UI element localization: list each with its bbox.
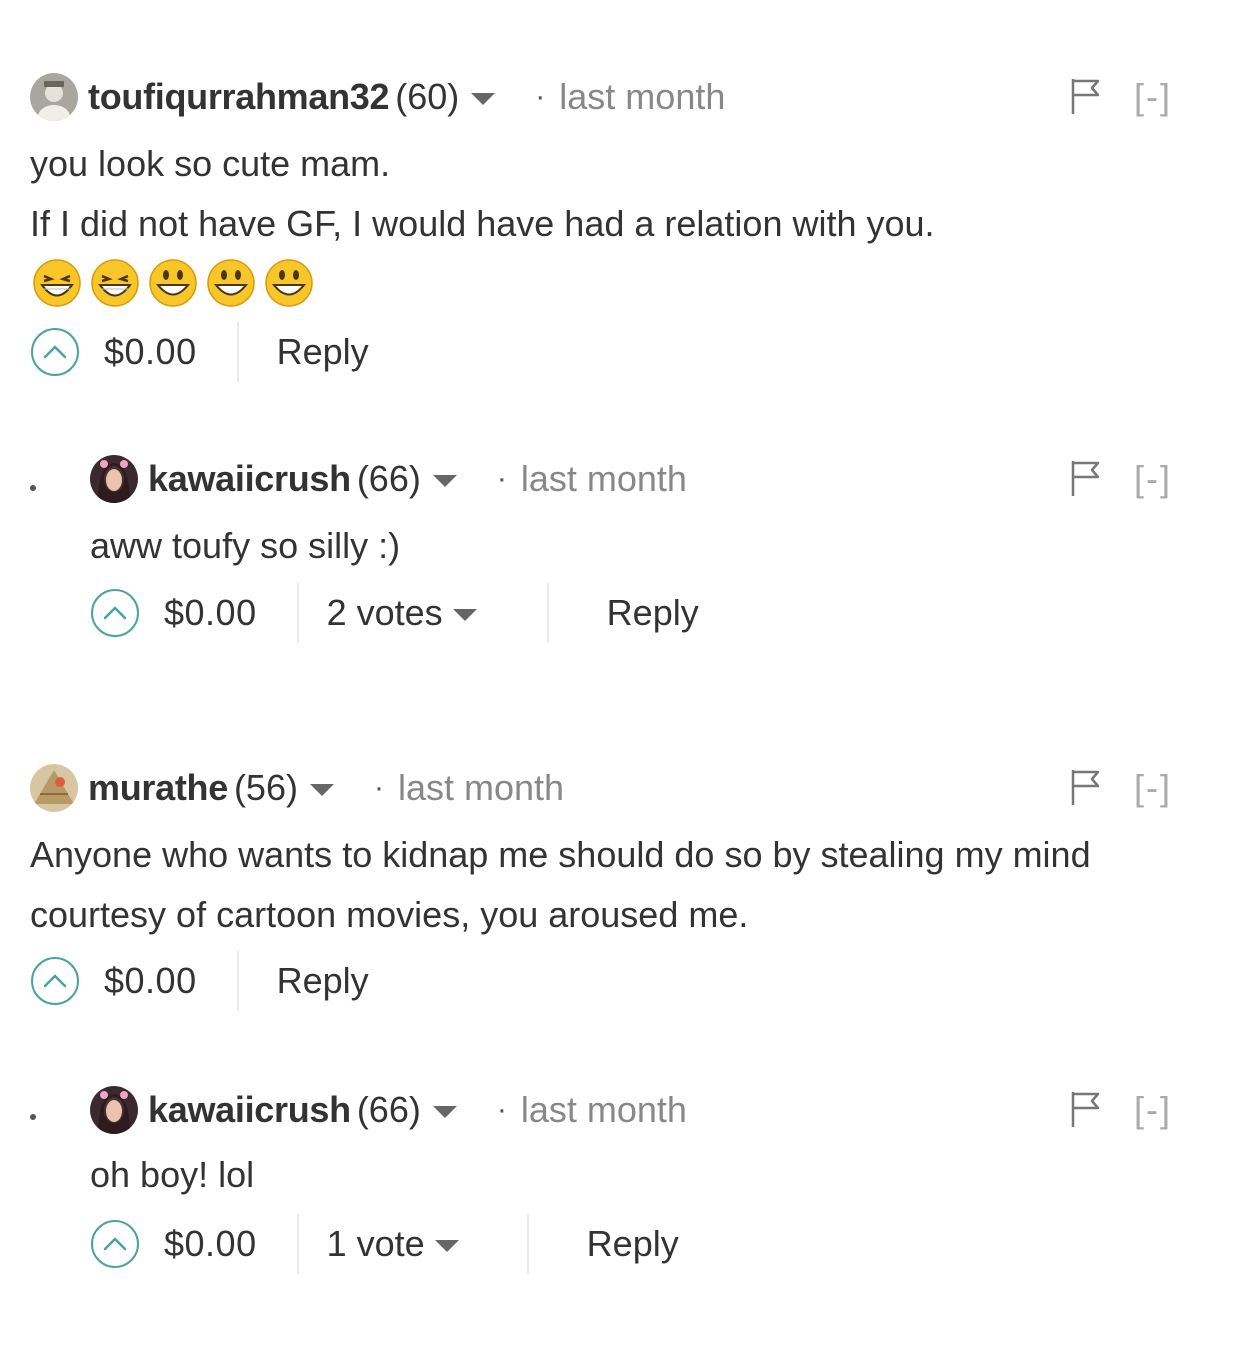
caret-down-icon[interactable] xyxy=(309,784,334,796)
divider xyxy=(526,1214,529,1274)
username[interactable]: murathe xyxy=(88,767,228,809)
grinning-face-icon xyxy=(265,259,313,307)
grinning-squinting-face-icon xyxy=(33,259,81,307)
upvote-chevron-icon[interactable] xyxy=(90,1219,140,1269)
flag-icon[interactable] xyxy=(1070,767,1102,807)
collapse-toggle[interactable]: [-] xyxy=(1134,454,1172,504)
comment-actions: $0.00 Reply xyxy=(30,322,369,382)
collapse-toggle[interactable]: [-] xyxy=(1134,72,1172,122)
avatar[interactable] xyxy=(30,764,78,812)
reply-button[interactable]: Reply xyxy=(607,592,699,634)
caret-down-icon[interactable] xyxy=(432,475,457,487)
separator-dot: · xyxy=(496,1093,507,1126)
reputation: (56) xyxy=(233,767,298,808)
timestamp[interactable]: last month xyxy=(398,767,564,809)
collapse-toggle[interactable]: [-] xyxy=(1134,1085,1172,1135)
separator-dot: · xyxy=(373,771,384,804)
comment-body-line: If I did not have GF, I would have had a… xyxy=(30,203,935,244)
avatar[interactable] xyxy=(90,455,138,503)
votes-dropdown[interactable]: 2 votes xyxy=(327,592,477,634)
payout-amount[interactable]: $0.00 xyxy=(104,331,197,373)
reputation: (66) xyxy=(356,458,421,499)
comment-body-line: aww toufy so silly :) xyxy=(90,525,401,566)
payout-amount[interactable]: $0.00 xyxy=(104,960,197,1002)
divider xyxy=(296,1214,299,1274)
reputation: (66) xyxy=(356,1089,421,1130)
comment-body-line: you look so cute mam. xyxy=(30,143,391,184)
divider xyxy=(236,951,239,1011)
payout-amount[interactable]: $0.00 xyxy=(164,592,257,634)
username[interactable]: kawaiicrush xyxy=(148,458,351,500)
comment-body-line: oh boy! lol xyxy=(90,1154,255,1195)
caret-down-icon[interactable] xyxy=(432,1106,457,1118)
divider xyxy=(296,583,299,643)
grinning-squinting-face-icon xyxy=(91,259,139,307)
divider xyxy=(546,583,549,643)
separator-dot: · xyxy=(496,462,507,495)
username[interactable]: toufiqurrahman32 xyxy=(88,76,390,118)
timestamp[interactable]: last month xyxy=(559,76,725,118)
flag-icon[interactable] xyxy=(1070,1089,1102,1129)
upvote-chevron-icon[interactable] xyxy=(30,956,80,1006)
caret-down-icon xyxy=(452,609,477,621)
payout-amount[interactable]: $0.00 xyxy=(164,1223,257,1265)
comment-meta: kawaiicrush (66) · last month xyxy=(90,454,687,504)
reply-button[interactable]: Reply xyxy=(277,331,369,373)
thread-dot xyxy=(30,485,36,491)
username[interactable]: kawaiicrush xyxy=(148,1089,351,1131)
caret-down-icon[interactable] xyxy=(471,93,496,105)
timestamp[interactable]: last month xyxy=(521,1089,687,1131)
caret-down-icon xyxy=(434,1240,459,1252)
reputation: (60) xyxy=(395,76,460,117)
divider xyxy=(236,322,239,382)
votes-dropdown[interactable]: 1 vote xyxy=(327,1223,459,1265)
votes-count: 2 votes xyxy=(326,592,443,633)
comment-meta: murathe (56) · last month xyxy=(30,763,564,813)
separator-dot: · xyxy=(535,80,546,113)
timestamp[interactable]: last month xyxy=(521,458,687,500)
thread-dot xyxy=(30,1114,36,1120)
grinning-face-icon xyxy=(149,259,197,307)
reply-button[interactable]: Reply xyxy=(587,1223,679,1265)
reply-button[interactable]: Reply xyxy=(277,960,369,1002)
flag-icon[interactable] xyxy=(1070,458,1102,498)
avatar[interactable] xyxy=(30,73,78,121)
upvote-chevron-icon[interactable] xyxy=(30,327,80,377)
comment-actions: $0.00 Reply xyxy=(30,951,369,1011)
comment-actions: $0.00 1 vote Reply xyxy=(90,1214,679,1274)
flag-icon[interactable] xyxy=(1070,76,1102,116)
avatar[interactable] xyxy=(90,1086,138,1134)
emoji-row xyxy=(32,258,314,308)
comment-body-line: courtesy of cartoon movies, you aroused … xyxy=(30,894,749,935)
comment-meta: toufiqurrahman32 (60) · last month xyxy=(30,72,725,122)
comment-meta: kawaiicrush (66) · last month xyxy=(90,1085,687,1135)
votes-count: 1 vote xyxy=(326,1223,425,1264)
collapse-toggle[interactable]: [-] xyxy=(1134,763,1172,813)
upvote-chevron-icon[interactable] xyxy=(90,588,140,638)
comment-body-line: Anyone who wants to kidnap me should do … xyxy=(30,834,1091,875)
grinning-face-icon xyxy=(207,259,255,307)
comment-actions: $0.00 2 votes Reply xyxy=(90,583,699,643)
